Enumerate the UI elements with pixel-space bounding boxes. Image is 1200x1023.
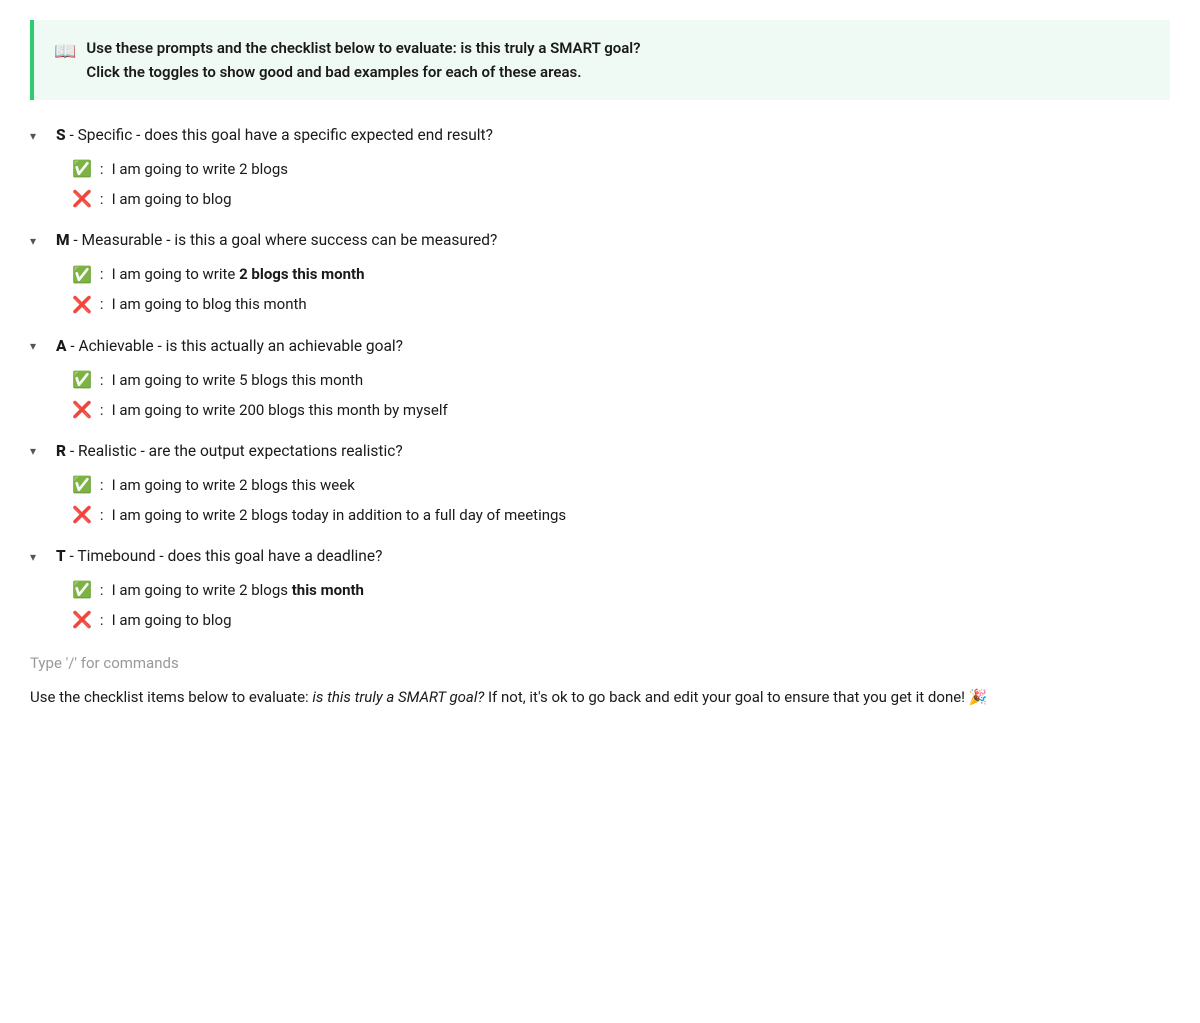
section-title-M: M - Measurable - is this a goal where su… (56, 229, 497, 252)
good-colon-S: : (100, 158, 104, 181)
examples-T: ✅ : I am going to write 2 blogs this mon… (30, 578, 1170, 632)
section-letter-T: T (56, 547, 66, 565)
good-colon-R: : (100, 474, 104, 497)
divider-area: Type '/' for commands (30, 652, 1170, 675)
bad-example-T: ❌ : I am going to blog (72, 608, 1170, 632)
callout-text: Use these prompts and the checklist belo… (86, 36, 640, 84)
section-header-S[interactable]: ▾ S - Specific - does this goal have a sp… (30, 124, 1170, 147)
callout-book-icon: 📖 (54, 38, 76, 65)
examples-S: ✅ : I am going to write 2 blogs ❌ : I am … (30, 157, 1170, 211)
bottom-text: Use the checklist items below to evaluat… (30, 685, 1170, 709)
good-colon-A: : (100, 369, 104, 392)
good-example-T: ✅ : I am going to write 2 blogs this mon… (72, 578, 1170, 602)
x-icon-A: ❌ (72, 398, 92, 422)
good-text-R: I am going to write 2 blogs this week (112, 474, 355, 497)
section-title-S: S - Specific - does this goal have a spe… (56, 124, 493, 147)
toggle-arrow-M[interactable]: ▾ (30, 232, 46, 250)
section-letter-A: A (56, 337, 66, 355)
bad-example-A: ❌ : I am going to write 200 blogs this m… (72, 398, 1170, 422)
good-example-S: ✅ : I am going to write 2 blogs (72, 157, 1170, 181)
check-icon-M: ✅ (72, 263, 92, 287)
smart-section-S: ▾ S - Specific - does this goal have a sp… (30, 124, 1170, 211)
section-letter-M: M (56, 231, 70, 249)
smart-section-A: ▾ A - Achievable - is this actually an ac… (30, 335, 1170, 422)
section-header-T[interactable]: ▾ T - Timebound - does this goal have a d… (30, 545, 1170, 568)
good-colon-M: : (100, 263, 104, 286)
toggle-arrow-S[interactable]: ▾ (30, 127, 46, 145)
x-icon-S: ❌ (72, 187, 92, 211)
section-letter-S: S (56, 126, 66, 144)
good-text-M: I am going to write 2 blogs this month (112, 263, 365, 286)
bad-text-T: I am going to blog (112, 609, 232, 632)
toggle-arrow-T[interactable]: ▾ (30, 548, 46, 566)
smart-sections: ▾ S - Specific - does this goal have a sp… (30, 124, 1170, 632)
good-example-A: ✅ : I am going to write 5 blogs this mon… (72, 368, 1170, 392)
section-header-R[interactable]: ▾ R - Realistic - are the output expectat… (30, 440, 1170, 463)
good-example-R: ✅ : I am going to write 2 blogs this wee… (72, 473, 1170, 497)
bad-example-R: ❌ : I am going to write 2 blogs today in… (72, 503, 1170, 527)
smart-section-T: ▾ T - Timebound - does this goal have a d… (30, 545, 1170, 632)
smart-section-R: ▾ R - Realistic - are the output expectat… (30, 440, 1170, 527)
good-colon-T: : (100, 579, 104, 602)
bad-colon-T: : (100, 609, 104, 632)
bad-text-R: I am going to write 2 blogs today in add… (112, 504, 567, 527)
bottom-italic: is this truly a SMART goal? (312, 688, 484, 706)
x-icon-M: ❌ (72, 293, 92, 317)
bad-colon-S: : (100, 188, 104, 211)
smart-section-M: ▾ M - Measurable - is this a goal where s… (30, 229, 1170, 316)
bad-text-M: I am going to blog this month (112, 293, 307, 316)
good-text-S: I am going to write 2 blogs (112, 158, 288, 181)
callout-line2: Click the toggles to show good and bad e… (86, 63, 581, 81)
good-example-M: ✅ : I am going to write 2 blogs this mon… (72, 263, 1170, 287)
check-icon-S: ✅ (72, 157, 92, 181)
section-title-A: A - Achievable - is this actually an ach… (56, 335, 403, 358)
callout-line1: Use these prompts and the checklist belo… (86, 39, 640, 57)
bad-example-M: ❌ : I am going to blog this month (72, 293, 1170, 317)
bad-colon-M: : (100, 293, 104, 316)
section-header-M[interactable]: ▾ M - Measurable - is this a goal where s… (30, 229, 1170, 252)
good-text-A: I am going to write 5 blogs this month (112, 369, 364, 392)
toggle-arrow-R[interactable]: ▾ (30, 442, 46, 460)
bottom-prefix: Use the checklist items below to evaluat… (30, 688, 312, 706)
toggle-arrow-A[interactable]: ▾ (30, 337, 46, 355)
bad-text-A: I am going to write 200 blogs this month… (112, 399, 448, 422)
section-letter-R: R (56, 442, 66, 460)
x-icon-R: ❌ (72, 503, 92, 527)
section-title-T: T - Timebound - does this goal have a de… (56, 545, 382, 568)
check-icon-T: ✅ (72, 578, 92, 602)
section-title-R: R - Realistic - are the output expectati… (56, 440, 403, 463)
check-icon-R: ✅ (72, 473, 92, 497)
bad-example-S: ❌ : I am going to blog (72, 187, 1170, 211)
section-header-A[interactable]: ▾ A - Achievable - is this actually an ac… (30, 335, 1170, 358)
type-command-hint[interactable]: Type '/' for commands (30, 652, 1170, 675)
examples-M: ✅ : I am going to write 2 blogs this mon… (30, 263, 1170, 317)
bad-colon-A: : (100, 399, 104, 422)
callout-box: 📖 Use these prompts and the checklist be… (30, 20, 1170, 100)
good-text-T: I am going to write 2 blogs this month (112, 579, 364, 602)
bad-text-S: I am going to blog (112, 188, 232, 211)
bottom-suffix: If not, it's ok to go back and edit your… (484, 688, 987, 706)
check-icon-A: ✅ (72, 368, 92, 392)
x-icon-T: ❌ (72, 608, 92, 632)
examples-A: ✅ : I am going to write 5 blogs this mon… (30, 368, 1170, 422)
examples-R: ✅ : I am going to write 2 blogs this wee… (30, 473, 1170, 527)
bad-colon-R: : (100, 504, 104, 527)
